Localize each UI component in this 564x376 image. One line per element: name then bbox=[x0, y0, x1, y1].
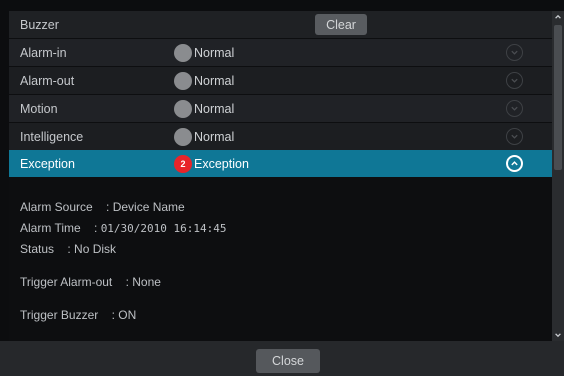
alarm-list-panel: Buzzer Clear Alarm-in Normal Alarm-out N… bbox=[9, 11, 552, 341]
chevron-up-icon[interactable] bbox=[506, 155, 523, 172]
alarm-row-exception[interactable]: Exception 2 Exception bbox=[9, 150, 552, 177]
status-text: Normal bbox=[194, 45, 235, 60]
scroll-up-arrow-icon[interactable] bbox=[552, 11, 564, 23]
status-text: Exception bbox=[194, 156, 249, 171]
alarm-row-motion[interactable]: Motion Normal bbox=[9, 95, 552, 122]
row-name: Exception bbox=[20, 156, 75, 171]
status-indicator: 2 Exception bbox=[174, 154, 249, 173]
status-dot-icon bbox=[174, 43, 192, 62]
alarm-source-text: Alarm Source : Device Name bbox=[20, 200, 185, 214]
alarm-row-alarm-out[interactable]: Alarm-out Normal bbox=[9, 67, 552, 94]
row-name: Alarm-in bbox=[20, 45, 67, 60]
buzzer-header-row: Buzzer Clear bbox=[9, 11, 552, 38]
dialog-footer: Close bbox=[0, 341, 564, 376]
status-indicator: Normal bbox=[174, 99, 235, 118]
status-detail-text: Status : No Disk bbox=[20, 242, 117, 256]
row-name: Intelligence bbox=[20, 129, 84, 144]
row-name: Motion bbox=[20, 101, 58, 116]
status-text: Normal bbox=[194, 101, 235, 116]
status-text: Normal bbox=[194, 129, 235, 144]
row-name: Alarm-out bbox=[20, 73, 75, 88]
status-dot-icon bbox=[174, 99, 192, 118]
trigger-buzzer-text: Trigger Buzzer : ON bbox=[20, 308, 137, 322]
clear-button[interactable]: Clear bbox=[315, 14, 367, 35]
chevron-down-icon[interactable] bbox=[506, 100, 523, 117]
close-button[interactable]: Close bbox=[256, 349, 320, 373]
vertical-scrollbar[interactable] bbox=[552, 11, 564, 341]
alarm-row-alarm-in[interactable]: Alarm-in Normal bbox=[9, 39, 552, 66]
status-indicator: Normal bbox=[174, 43, 235, 62]
chevron-down-icon[interactable] bbox=[506, 128, 523, 145]
status-dot-icon bbox=[174, 127, 192, 146]
alarm-status-dialog: Buzzer Clear Alarm-in Normal Alarm-out N… bbox=[0, 0, 564, 376]
scroll-thumb[interactable] bbox=[554, 25, 562, 170]
chevron-down-icon[interactable] bbox=[506, 72, 523, 89]
chevron-down-icon[interactable] bbox=[506, 44, 523, 61]
alarm-count-badge: 2 bbox=[174, 154, 192, 173]
alarm-time-value: 01/30/2010 16:14:45 bbox=[100, 222, 227, 235]
alarm-time-text: Alarm Time : 01/30/2010 16:14:45 bbox=[20, 221, 227, 235]
alarm-row-intelligence[interactable]: Intelligence Normal bbox=[9, 123, 552, 150]
status-indicator: Normal bbox=[174, 127, 235, 146]
status-indicator: Normal bbox=[174, 71, 235, 90]
trigger-alarm-out-text: Trigger Alarm-out : None bbox=[20, 275, 161, 289]
status-dot-icon bbox=[174, 71, 192, 90]
status-text: Normal bbox=[194, 73, 235, 88]
scroll-down-arrow-icon[interactable] bbox=[552, 329, 564, 341]
alarm-time-label: Alarm Time : bbox=[20, 221, 101, 235]
buzzer-label: Buzzer bbox=[20, 17, 59, 32]
